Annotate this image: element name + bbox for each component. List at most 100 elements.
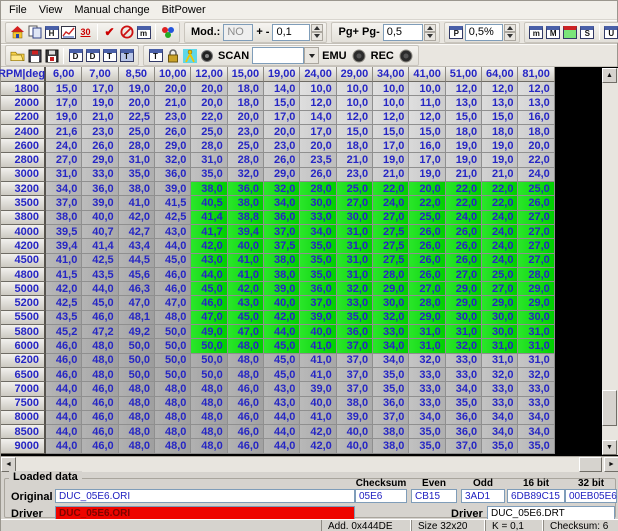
map-cell[interactable]: 22,0	[409, 196, 445, 210]
emu-led-icon[interactable]	[352, 49, 366, 63]
row-header-2800[interactable]: 2800	[1, 153, 46, 167]
map-cell[interactable]: 24,0	[46, 139, 82, 153]
map-cell[interactable]: 48,0	[155, 439, 191, 453]
map-cell[interactable]: 36,0	[82, 182, 118, 196]
map-cell[interactable]: 25,0	[482, 268, 518, 282]
map-cell[interactable]: 23,0	[82, 125, 118, 139]
column-header-7[interactable]: 24,00	[300, 67, 336, 82]
map-cell[interactable]: 35,0	[300, 268, 336, 282]
map-cell[interactable]: 23,0	[264, 139, 300, 153]
map-cell[interactable]: 49,0	[191, 325, 227, 339]
map-cell[interactable]: 43,0	[264, 397, 300, 411]
map-cell[interactable]: 34,0	[373, 339, 409, 353]
map-cell[interactable]: 13,0	[518, 96, 554, 110]
map-cell[interactable]: 40,0	[82, 211, 118, 225]
map-cell[interactable]: 19,0	[119, 82, 155, 96]
map-cell[interactable]: 30,0	[446, 311, 482, 325]
map-cell[interactable]: 30,0	[482, 311, 518, 325]
map-cell[interactable]: 20,0	[264, 125, 300, 139]
map-cell[interactable]: 44,0	[264, 425, 300, 439]
row-header-7500[interactable]: 7500	[1, 397, 46, 411]
row-header-6000[interactable]: 6000	[1, 339, 46, 353]
map-cell[interactable]: 35,0	[300, 254, 336, 268]
map-cell[interactable]: 29,0	[409, 311, 445, 325]
map-cell[interactable]: 31,0	[518, 354, 554, 368]
layout-t1-button[interactable]: T	[101, 47, 118, 65]
map-cell[interactable]: 33,0	[409, 368, 445, 382]
map-cell[interactable]: 19,0	[446, 139, 482, 153]
page-spin-down[interactable]	[424, 32, 436, 41]
map-cell[interactable]: 33,0	[446, 354, 482, 368]
map-cell[interactable]: 36,0	[373, 397, 409, 411]
map-cell[interactable]: 39,4	[228, 225, 264, 239]
map-cell[interactable]: 50,0	[119, 368, 155, 382]
map-cell[interactable]: 10,0	[373, 96, 409, 110]
map-cell[interactable]: 33,0	[409, 397, 445, 411]
map-cell[interactable]: 36,0	[337, 325, 373, 339]
map-cell[interactable]: 46,0	[82, 411, 118, 425]
map-cell[interactable]: 25,0	[337, 182, 373, 196]
map-cell[interactable]: 44,0	[46, 382, 82, 396]
row-header-3000[interactable]: 3000	[1, 168, 46, 182]
map-cell[interactable]: 36,0	[300, 282, 336, 296]
driver2-file-field[interactable]: DUC_05E6.DRT	[487, 506, 615, 520]
map-cell[interactable]: 47,0	[228, 325, 264, 339]
map-cell[interactable]: 48,0	[155, 311, 191, 325]
step-spin-up[interactable]	[311, 24, 323, 33]
column-header-11[interactable]: 51,00	[446, 67, 482, 82]
map-cell[interactable]: 22,0	[482, 196, 518, 210]
map-cell[interactable]: 32,0	[482, 368, 518, 382]
map-cell[interactable]: 27,0	[446, 268, 482, 282]
map-cell[interactable]: 50,0	[155, 368, 191, 382]
map-cell[interactable]: 31,0	[482, 339, 518, 353]
map-cell[interactable]: 15,0	[264, 96, 300, 110]
page-spin-up[interactable]	[424, 24, 436, 33]
map-cell[interactable]: 46,0	[228, 411, 264, 425]
map-cell[interactable]: 46,0	[228, 425, 264, 439]
map-cell[interactable]: 27,0	[337, 196, 373, 210]
map-cell[interactable]: 38,0	[119, 182, 155, 196]
map-cell[interactable]: 27,0	[373, 211, 409, 225]
map-cell[interactable]: 36,0	[228, 182, 264, 196]
map-cell[interactable]: 42,0	[300, 425, 336, 439]
map-cell[interactable]: 27,0	[518, 211, 554, 225]
percent-mode-button[interactable]: P	[448, 23, 465, 41]
map-cell[interactable]: 41,4	[191, 211, 227, 225]
graph-view-button[interactable]	[60, 23, 77, 41]
map-cell[interactable]: 46,0	[46, 354, 82, 368]
map-cell[interactable]: 23,0	[228, 125, 264, 139]
map-cell[interactable]: 30,0	[337, 211, 373, 225]
map-cell[interactable]: 39,0	[264, 282, 300, 296]
map-cell[interactable]: 19,0	[482, 153, 518, 167]
map-view-m-button[interactable]: m	[528, 23, 545, 41]
map-cell[interactable]: 43,0	[191, 254, 227, 268]
row-header-2600[interactable]: 2600	[1, 139, 46, 153]
map-cell[interactable]: 37,5	[264, 239, 300, 253]
map-cell[interactable]: 33,0	[446, 368, 482, 382]
map-cell[interactable]: 10,0	[300, 82, 336, 96]
map-cell[interactable]: 37,0	[46, 196, 82, 210]
map-cell[interactable]: 32,0	[409, 354, 445, 368]
map-cell[interactable]: 18,0	[337, 139, 373, 153]
map-cell[interactable]: 38,0	[373, 425, 409, 439]
map-cell[interactable]: 47,2	[82, 325, 118, 339]
map-cell[interactable]: 30,0	[482, 325, 518, 339]
map-cell[interactable]: 33,0	[82, 168, 118, 182]
map-cell[interactable]: 35,0	[409, 439, 445, 453]
map-cell[interactable]: 44,0	[155, 239, 191, 253]
row-header-5800[interactable]: 5800	[1, 325, 46, 339]
map-cell[interactable]: 36,0	[446, 411, 482, 425]
map-cell[interactable]: 45,0	[191, 282, 227, 296]
map-cell[interactable]: 20,0	[155, 82, 191, 96]
map-cell[interactable]: 48,0	[155, 425, 191, 439]
row-header-5500[interactable]: 5500	[1, 311, 46, 325]
map-cell[interactable]: 44,0	[46, 425, 82, 439]
map-cell[interactable]: 31,0	[46, 168, 82, 182]
map-cell[interactable]: 33,0	[518, 382, 554, 396]
row-header-4200[interactable]: 4200	[1, 239, 46, 253]
map-cell[interactable]: 40,0	[264, 296, 300, 310]
map-cell[interactable]: 48,0	[82, 339, 118, 353]
row-header-3200[interactable]: 3200	[1, 182, 46, 196]
map-cell[interactable]: 18,0	[518, 125, 554, 139]
map-cell[interactable]: 23,0	[155, 111, 191, 125]
